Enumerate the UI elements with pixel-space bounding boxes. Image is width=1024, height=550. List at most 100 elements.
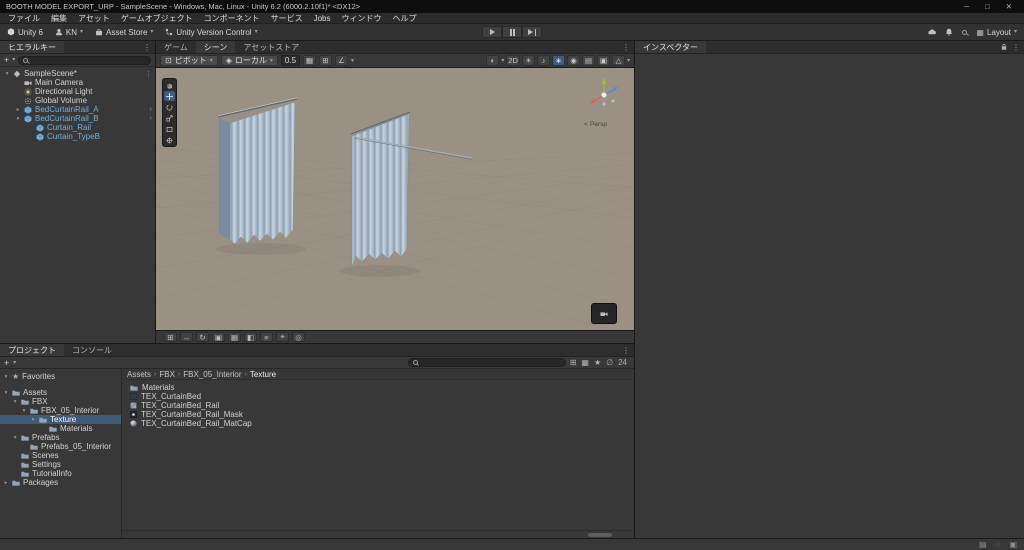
tree-item-scenes[interactable]: Scenes [0, 451, 121, 460]
tab-inspector[interactable]: インスペクター [635, 41, 706, 53]
tree-item-settings[interactable]: Settings [0, 460, 121, 469]
kebab-menu-icon[interactable]: ⋮ [143, 43, 151, 52]
save-search-star-icon[interactable]: ★ [594, 358, 601, 367]
hierarchy-search-input[interactable] [31, 55, 146, 65]
menu-edit[interactable]: 編集 [51, 13, 67, 24]
lock-icon[interactable] [1000, 43, 1008, 51]
foldout-open-icon[interactable]: ▾ [3, 390, 9, 396]
projection-label[interactable]: Persp [590, 121, 607, 128]
tree-item-texture[interactable]: ▾ Texture [0, 415, 121, 424]
minimize-button[interactable]: ─ [964, 2, 969, 11]
play-button[interactable] [482, 26, 502, 38]
tree-item-tutorialinfo[interactable]: TutorialInfo [0, 469, 121, 478]
filter-by-type-icon[interactable]: ⊞ [570, 358, 577, 367]
rotate-tool-button[interactable] [164, 102, 175, 112]
step-button[interactable] [522, 26, 542, 38]
visibility-toggle-icon[interactable]: ◉ [566, 55, 580, 66]
notifications-bell-icon[interactable] [945, 28, 953, 36]
scene-tool-icon[interactable]: ↻ [196, 332, 209, 342]
project-search[interactable] [407, 358, 566, 367]
kebab-menu-icon[interactable]: ⋮ [622, 346, 630, 355]
transform-tool-button[interactable] [164, 135, 175, 145]
hierarchy-item-bedcurtainrail-a[interactable]: ▸ BedCurtainRail_A › [0, 105, 155, 114]
breadcrumb-assets[interactable]: Assets [127, 370, 151, 379]
camera-settings-icon[interactable]: ▣ [596, 55, 610, 66]
foldout-open-icon[interactable]: ▾ [12, 399, 18, 405]
scene-viewport[interactable]: < Persp [156, 68, 634, 330]
layout-dropdown[interactable]: ▦ Layout ▾ [976, 28, 1017, 37]
open-prefab-chevron-icon[interactable]: › [150, 106, 152, 113]
scene-tool-icon[interactable]: ▦ [228, 332, 241, 342]
camera-preview-overlay[interactable] [591, 303, 617, 324]
hierarchy-item-bedcurtainrail-b[interactable]: ▾ BedCurtainRail_B › [0, 114, 155, 123]
foldout-closed-icon[interactable]: ▸ [15, 107, 21, 113]
tab-game[interactable]: ゲーム [156, 41, 196, 53]
cloud-icon[interactable] [928, 28, 937, 36]
menu-services[interactable]: サービス [271, 13, 303, 24]
handle-orientation-dropdown[interactable]: ◈ ローカル ▾ [220, 55, 278, 66]
asset-store-dropdown[interactable]: Asset Store ▾ [95, 28, 153, 37]
scene-options-icon[interactable]: ⋮ [145, 70, 152, 78]
create-asset-button[interactable]: + [4, 358, 9, 368]
kebab-menu-icon[interactable]: ⋮ [1012, 43, 1020, 52]
view-tool-button[interactable] [164, 80, 175, 90]
render-mode-icon[interactable]: ◐ [486, 55, 500, 66]
tree-item-materials[interactable]: Materials [0, 424, 121, 433]
breadcrumb-fbx[interactable]: FBX [159, 370, 175, 379]
file-item-tex-curtainbed-rail-matcap[interactable]: TEX_CurtainBed_Rail_MatCap [122, 419, 634, 428]
file-item-tex-curtainbed-rail-mask[interactable]: TEX_CurtainBed_Rail_Mask [122, 410, 634, 419]
hierarchy-item-directional-light[interactable]: Directional Light [0, 87, 155, 96]
rect-tool-button[interactable] [164, 124, 175, 134]
tree-item-fbx[interactable]: ▾ FBX [0, 397, 121, 406]
caret-down-icon[interactable]: ▾ [501, 58, 504, 64]
foldout-open-icon[interactable]: ▾ [21, 408, 27, 414]
horizontal-scrollbar[interactable] [122, 530, 634, 538]
foldout-open-icon[interactable]: ▾ [12, 435, 18, 441]
tab-asset-store[interactable]: アセットストア [235, 41, 307, 53]
audio-toggle-icon[interactable]: ♪ [536, 55, 550, 66]
activity-status-icon[interactable]: ◌ [996, 540, 1001, 549]
foldout-open-icon[interactable]: ▾ [4, 71, 10, 77]
tree-item-prefabs-05-interior[interactable]: Prefabs_05_Interior [0, 442, 121, 451]
snap-angle-icon[interactable]: ∠ [335, 55, 349, 66]
file-item-materials[interactable]: Materials [122, 383, 634, 392]
hierarchy-search[interactable] [18, 55, 151, 65]
caret-down-icon[interactable]: ▾ [12, 57, 15, 63]
kebab-menu-icon[interactable]: ⋮ [622, 43, 630, 52]
foldout-open-icon[interactable]: ▾ [15, 116, 21, 122]
account-dropdown[interactable]: KN ▾ [55, 28, 83, 37]
scene-tool-icon[interactable]: ≡ [260, 332, 273, 342]
menu-gameobject[interactable]: ゲームオブジェクト [121, 13, 193, 24]
foldout-closed-icon[interactable]: ▸ [3, 480, 9, 486]
console-status-icon[interactable]: ▤ [979, 540, 987, 549]
services-status-icon[interactable]: ▣ [1009, 540, 1017, 549]
breadcrumb-fbx-05-interior[interactable]: FBX_05_Interior [183, 370, 241, 379]
open-prefab-chevron-icon[interactable]: › [150, 115, 152, 122]
hierarchy-item-main-camera[interactable]: Main Camera [0, 78, 155, 87]
foldout-open-icon[interactable]: ▾ [30, 417, 36, 423]
menu-jobs[interactable]: Jobs [314, 14, 331, 23]
breadcrumb-texture[interactable]: Texture [250, 370, 276, 379]
grid-size-value[interactable]: 0.5 [280, 55, 301, 66]
tab-console[interactable]: コンソール [64, 344, 120, 356]
grid-visibility-icon[interactable]: ▦ [303, 55, 317, 66]
scale-tool-button[interactable] [164, 113, 175, 123]
scene-tool-icon[interactable]: ⌖ [276, 332, 289, 342]
tab-project[interactable]: プロジェクト [0, 344, 64, 356]
menu-file[interactable]: ファイル [8, 13, 40, 24]
hidden-packages-icon[interactable]: ∅ [606, 358, 613, 367]
add-gameobject-button[interactable]: + [4, 55, 9, 65]
scene-tool-icon[interactable]: ⊞ [164, 332, 177, 342]
effects-toggle-icon[interactable]: ∗ [551, 55, 565, 66]
pause-button[interactable] [502, 26, 522, 38]
move-tool-button[interactable] [164, 91, 175, 101]
version-control-dropdown[interactable]: Unity Version Control ▾ [165, 28, 258, 37]
filter-by-label-icon[interactable]: ▦ [581, 358, 589, 367]
lighting-toggle-icon[interactable]: ☀ [521, 55, 535, 66]
hierarchy-item-curtain-rail[interactable]: Curtain_Rail [0, 123, 155, 132]
close-button[interactable]: ✕ [1006, 2, 1012, 11]
scene-tool-icon[interactable]: ◎ [292, 332, 305, 342]
menu-component[interactable]: コンポーネント [204, 13, 260, 24]
view-2d-toggle[interactable]: 2D [506, 55, 520, 66]
file-item-tex-curtainbed[interactable]: TEX_CurtainBed [122, 392, 634, 401]
